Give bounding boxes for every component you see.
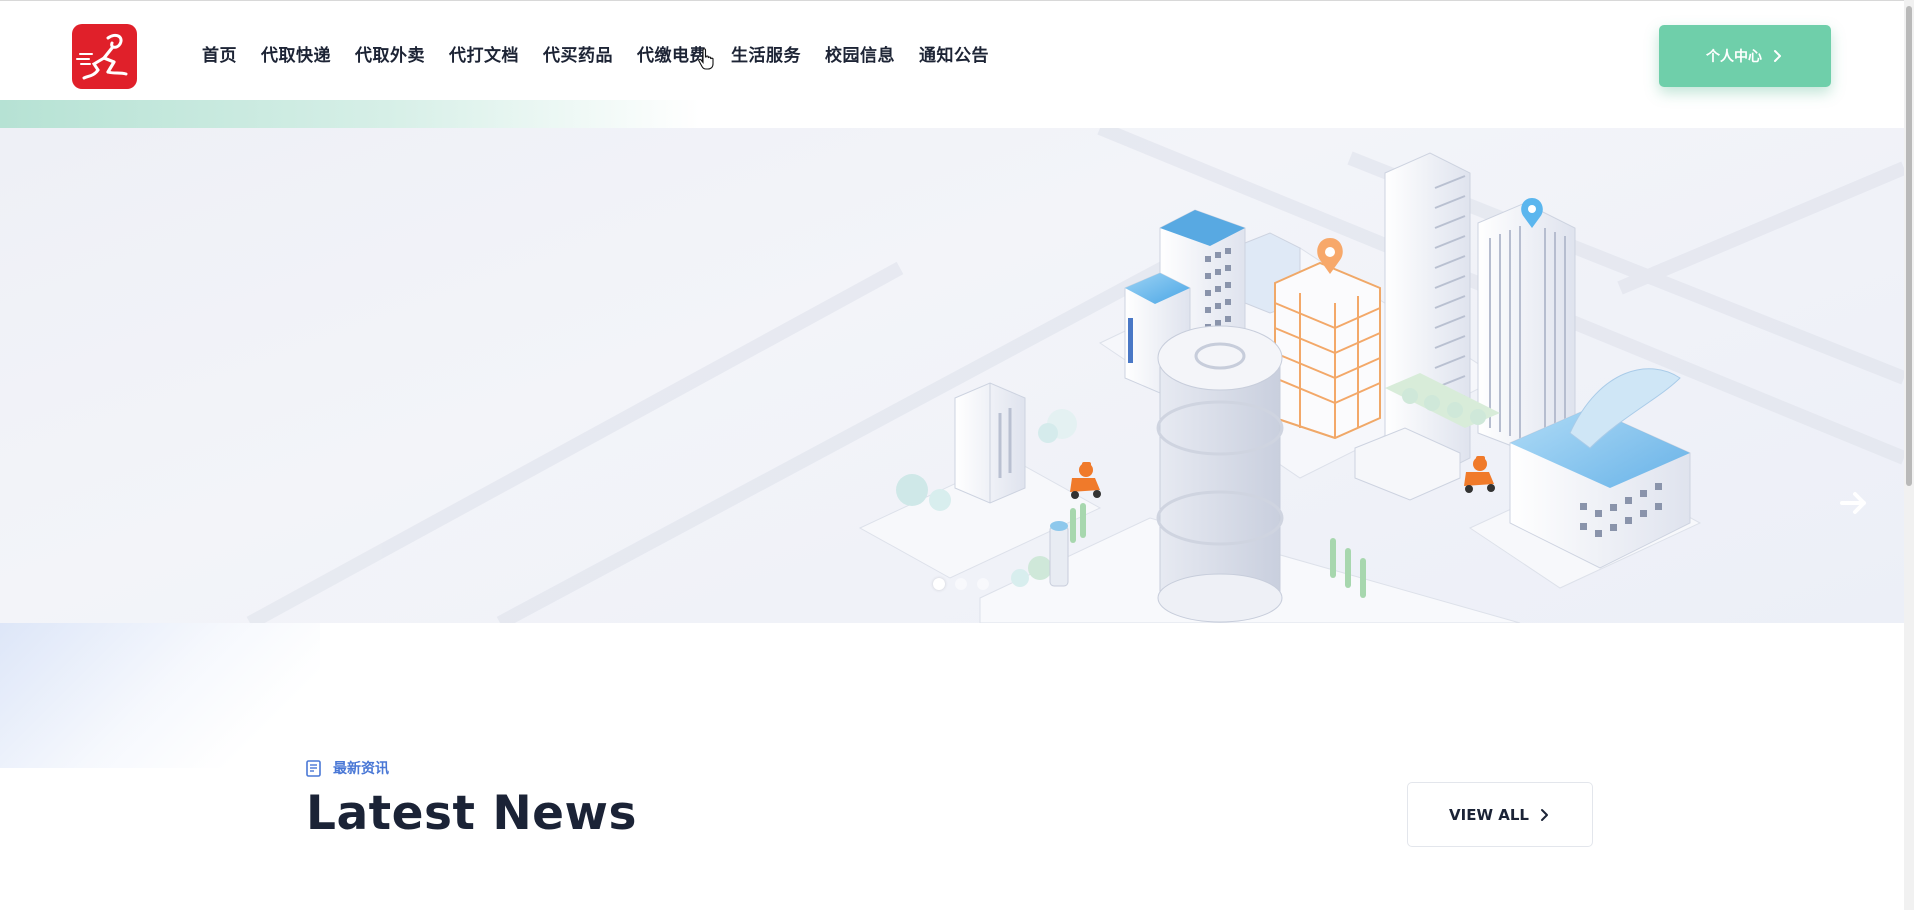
nav-item-campus-info[interactable]: 校园信息 xyxy=(825,41,895,66)
news-section-tag: 最新资讯 xyxy=(306,758,389,778)
news-tag-label: 最新资讯 xyxy=(333,761,389,777)
carousel-dot-2[interactable] xyxy=(955,578,967,590)
personal-center-button[interactable]: 个人中心 xyxy=(1659,25,1831,87)
site-header: 首页 代取快递 代取外卖 代打文档 代买药品 代缴电费 生活服务 校园信息 通知… xyxy=(0,0,1904,100)
chevron-right-icon xyxy=(1540,808,1548,821)
nav-item-express-pickup[interactable]: 代取快递 xyxy=(261,41,331,66)
courier-runner-icon xyxy=(76,33,128,80)
nav-item-medicine-purchase[interactable]: 代买药品 xyxy=(543,41,613,66)
view-all-label: VIEW ALL xyxy=(1449,805,1529,824)
main-nav: 首页 代取快递 代取外卖 代打文档 代买药品 代缴电费 生活服务 校园信息 通知… xyxy=(192,41,1003,66)
decorative-corner-gradient xyxy=(0,623,320,768)
header-accent-stripe xyxy=(0,100,700,128)
chevron-right-icon xyxy=(1774,50,1781,62)
news-section-title: Latest News xyxy=(306,786,637,841)
carousel-dot-1[interactable] xyxy=(933,578,945,590)
nav-item-home[interactable]: 首页 xyxy=(202,41,237,66)
page-scrollbar-thumb[interactable] xyxy=(1906,6,1912,486)
isometric-city-illustration xyxy=(246,128,1904,623)
carousel-next-arrow-icon[interactable] xyxy=(1836,485,1872,521)
nav-item-life-services[interactable]: 生活服务 xyxy=(731,41,801,66)
nav-item-document-printing[interactable]: 代打文档 xyxy=(449,41,519,66)
view-all-button[interactable]: VIEW ALL xyxy=(1407,782,1593,847)
nav-item-takeout-pickup[interactable]: 代取外卖 xyxy=(355,41,425,66)
carousel-pagination xyxy=(933,578,989,590)
nav-item-announcements[interactable]: 通知公告 xyxy=(919,41,989,66)
hero-carousel xyxy=(0,128,1904,623)
hand-pointer-cursor-icon xyxy=(698,48,714,70)
site-logo[interactable] xyxy=(72,24,137,89)
carousel-dot-3[interactable] xyxy=(977,578,989,590)
book-icon xyxy=(306,759,321,777)
personal-center-label: 个人中心 xyxy=(1706,49,1762,65)
